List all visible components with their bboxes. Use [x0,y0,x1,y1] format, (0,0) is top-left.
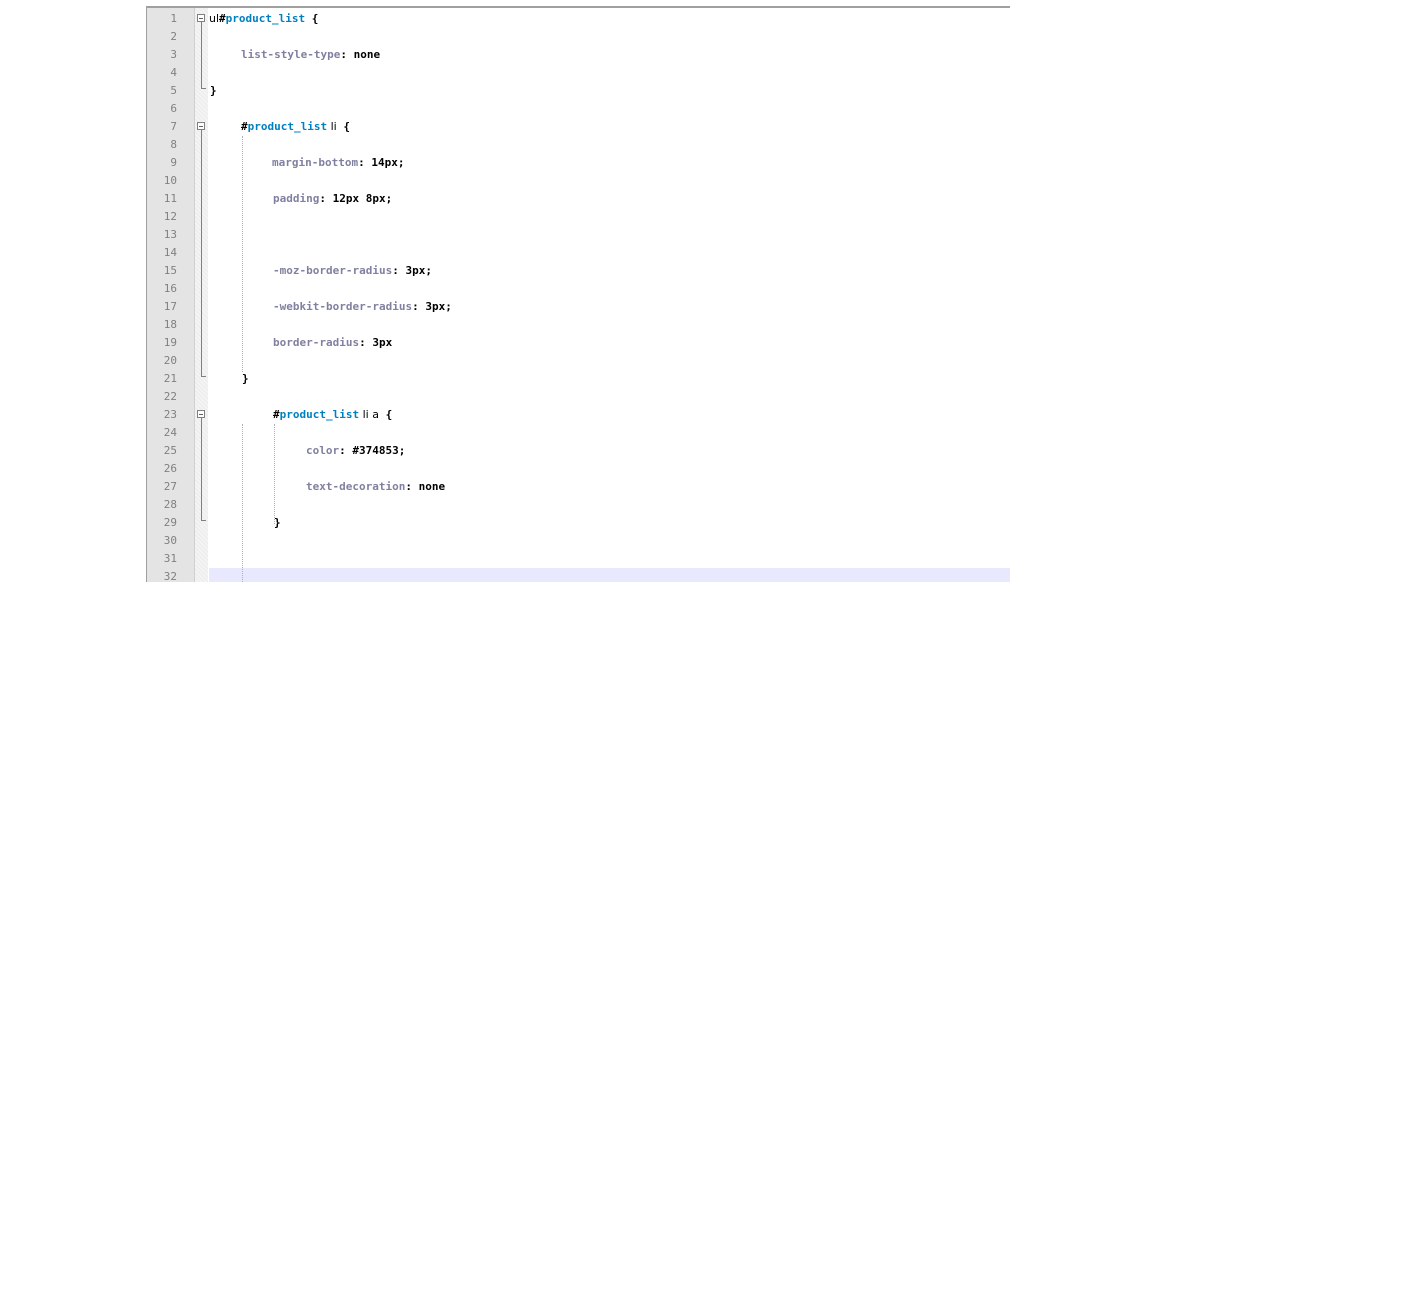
code-editor[interactable]: 1 2 3 4 5 6 7 8 9 10 11 12 13 14 15 16 1… [146,6,1010,582]
line-number: 14 [163,246,177,259]
code-line-1: ul#product_list { [209,10,1010,28]
line-number: 3 [170,48,177,61]
line-number-gutter: 1 2 3 4 5 6 7 8 9 10 11 12 13 14 15 16 1… [147,8,195,582]
line-number: 1 [170,12,177,25]
line-number: 27 [163,480,177,493]
separator-token: : [359,336,373,349]
fold-collapse-icon[interactable] [197,122,205,130]
line-number: 22 [163,390,177,403]
property-token: margin-bottom [272,156,359,169]
line-number: 24 [163,426,177,439]
separator-token: : [358,156,372,169]
value-token: #374853; [352,444,406,457]
separator-token: : [412,300,426,313]
separator-token: : [339,444,353,457]
current-line-highlight [209,568,1010,582]
fold-end [201,520,206,521]
code-line-23: #product_list li a { [209,406,1010,424]
code-line-5: } [209,82,1010,100]
line-number: 19 [163,336,177,349]
value-token: 3px; [425,300,452,313]
code-line-17: -webkit-border-radius: 3px; [209,298,1010,316]
line-number: 17 [163,300,177,313]
line-number: 25 [163,444,177,457]
separator-token: : [405,480,419,493]
line-number: 5 [170,84,177,97]
line-number: 18 [163,318,177,331]
code-line-11: padding: 12px 8px; [209,190,1010,208]
line-number: 32 [163,570,177,582]
fold-line [201,418,202,520]
property-token: padding [273,192,320,205]
tag-token: ul [209,12,220,25]
line-number: 7 [170,120,177,133]
line-number: 23 [163,408,177,421]
selector-token: product_list [279,408,360,421]
line-number: 12 [163,210,177,223]
line-number: 10 [163,174,177,187]
code-line-15: -moz-border-radius: 3px; [209,262,1010,280]
code-line-29: } [209,514,1010,532]
fold-line [201,130,202,376]
brace-token: { [336,120,350,133]
fold-end [201,88,206,89]
line-number: 21 [163,372,177,385]
line-number: 20 [163,354,177,367]
value-token: 3px [372,336,393,349]
line-number: 26 [163,462,177,475]
fold-collapse-icon[interactable] [197,14,205,22]
line-number: 29 [163,516,177,529]
code-line-7: #product_list li { [209,118,1010,136]
line-number: 8 [170,138,177,151]
property-token: -moz-border-radius [273,264,393,277]
fold-line [201,22,202,88]
tag-token: li [327,120,337,133]
property-token: -webkit-border-radius [273,300,413,313]
line-number: 30 [163,534,177,547]
line-number: 15 [163,264,177,277]
hash-token: # [241,120,248,133]
hash-token: # [273,408,280,421]
separator-token: : [319,192,333,205]
fold-end [201,376,206,377]
selector-token: product_list [225,12,306,25]
value-token: none [418,480,446,493]
code-line-27: text-decoration: none [209,478,1010,496]
line-number: 28 [163,498,177,511]
tag-token: li a [359,408,379,421]
value-token: 3px; [405,264,432,277]
indent-guide [274,424,275,524]
line-number: 13 [163,228,177,241]
property-token: list-style-type [241,48,341,61]
code-line-3: list-style-type: none [209,46,1010,64]
line-number: 11 [163,192,177,205]
separator-token: : [340,48,354,61]
brace-token: } [210,84,217,97]
value-token: none [353,48,381,61]
brace-token: { [305,12,319,25]
line-number: 31 [163,552,177,565]
property-token: color [306,444,340,457]
line-number: 2 [170,30,177,43]
code-area[interactable]: ul#product_list { list-style-type: none … [209,8,1010,582]
selector-token: product_list [247,120,328,133]
property-token: text-decoration [306,480,406,493]
code-line-25: color: #374853; [209,442,1010,460]
fold-collapse-icon[interactable] [197,410,205,418]
code-line-9: margin-bottom: 14px; [209,154,1010,172]
value-token: 12px 8px; [332,192,393,205]
value-token: 14px; [371,156,405,169]
brace-token: { [378,408,393,421]
line-number: 16 [163,282,177,295]
hash-token: # [219,12,226,25]
property-token: border-radius [273,336,360,349]
separator-token: : [392,264,406,277]
line-number: 9 [170,156,177,169]
brace-token: } [242,372,249,385]
code-line-21: } [209,370,1010,388]
line-number: 4 [170,66,177,79]
code-line-19: border-radius: 3px [209,334,1010,352]
line-number: 6 [170,102,177,115]
brace-token: } [274,516,281,529]
